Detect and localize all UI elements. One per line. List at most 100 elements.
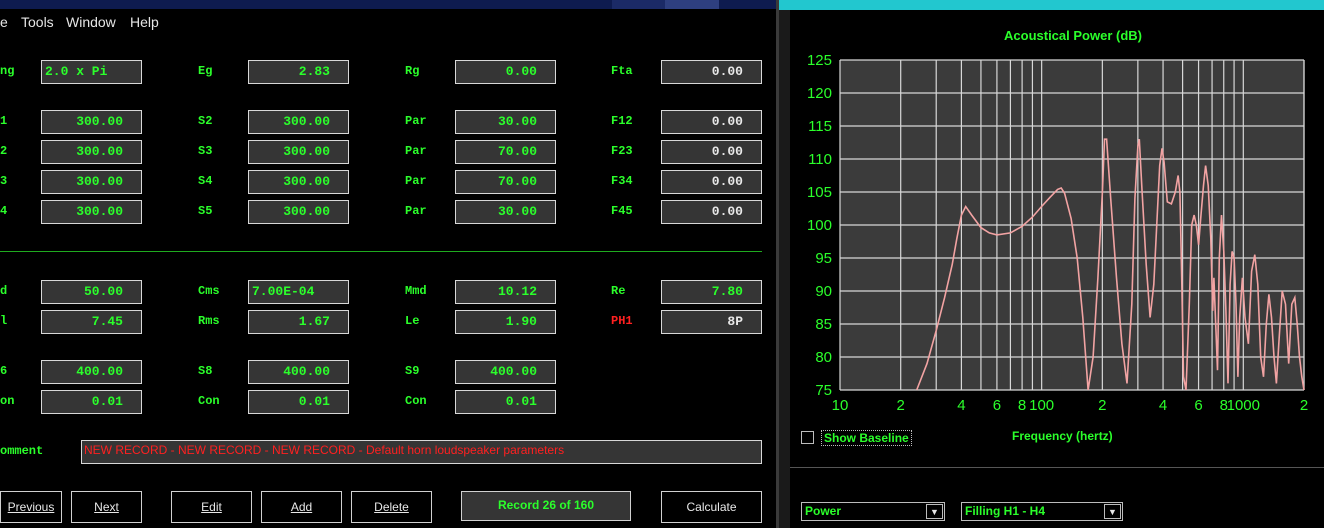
- param-field[interactable]: 400.00: [41, 360, 142, 384]
- param-field[interactable]: 1.90: [455, 310, 556, 334]
- param-label: 2: [0, 144, 8, 158]
- y-tick-label: 100: [807, 217, 832, 234]
- param-label: Con: [405, 394, 427, 408]
- param-field[interactable]: 0.00: [661, 170, 762, 194]
- param-field[interactable]: 70.00: [455, 140, 556, 164]
- previous-button[interactable]: Previous: [0, 491, 62, 523]
- param-label: 4: [0, 204, 8, 218]
- param-field[interactable]: 300.00: [41, 170, 142, 194]
- param-field[interactable]: 300.00: [41, 110, 142, 134]
- y-tick-label: 90: [815, 283, 832, 300]
- next-button[interactable]: Next: [71, 491, 142, 523]
- power-select[interactable]: Power ▼: [801, 502, 945, 521]
- param-field[interactable]: 7.80: [661, 280, 762, 304]
- chevron-down-icon[interactable]: ▼: [1104, 504, 1121, 519]
- param-field[interactable]: 0.01: [455, 390, 556, 414]
- power-chart: 758085909510010511011512012510 2 4 6 8 100 2 4 6…: [807, 52, 1308, 414]
- param-field[interactable]: 1.67: [248, 310, 349, 334]
- param-field[interactable]: 7.00E-04: [248, 280, 349, 304]
- param-field[interactable]: 300.00: [248, 140, 349, 164]
- param-label: ng: [0, 64, 15, 78]
- param-label: l: [0, 314, 8, 328]
- param-field[interactable]: 2.83: [248, 60, 349, 84]
- param-field[interactable]: 400.00: [248, 360, 349, 384]
- param-field[interactable]: 7.45: [41, 310, 142, 334]
- titlebar-button[interactable]: [612, 0, 666, 9]
- param-field[interactable]: 10.12: [455, 280, 556, 304]
- chevron-down-icon[interactable]: ▼: [926, 504, 943, 519]
- y-tick-label: 120: [807, 85, 832, 102]
- param-field-ph1[interactable]: 8P: [661, 310, 762, 334]
- chart-window: Acoustical Power (dB) 75 80 85 90 95 100 105 11…: [790, 0, 1324, 528]
- param-label: Rg: [405, 64, 420, 78]
- param-label: S3: [198, 144, 213, 158]
- y-tick-label: 85: [815, 316, 832, 333]
- x-tick-label: 2: [1300, 397, 1308, 414]
- x-tick-label: 6: [993, 397, 1001, 414]
- param-label: S8: [198, 364, 213, 378]
- y-tick-label: 75: [815, 382, 832, 399]
- param-label: Eg: [198, 64, 213, 78]
- param-field[interactable]: 300.00: [248, 200, 349, 224]
- menu-item-tools[interactable]: Tools: [21, 14, 54, 30]
- menu-item-help[interactable]: Help: [130, 14, 159, 30]
- param-label: Par: [405, 174, 427, 188]
- filling-select-value: Filling H1 - H4: [965, 504, 1046, 518]
- param-label: F23: [611, 144, 633, 158]
- param-field[interactable]: 400.00: [455, 360, 556, 384]
- param-label: Mmd: [405, 284, 427, 298]
- menu-item-window[interactable]: Window: [66, 14, 116, 30]
- y-tick-label: 105: [807, 184, 832, 201]
- param-field[interactable]: 0.01: [248, 390, 349, 414]
- param-label: Rms: [198, 314, 220, 328]
- x-tick-label: 4: [957, 397, 965, 414]
- window-divider[interactable]: [776, 0, 790, 528]
- param-field[interactable]: 30.00: [455, 110, 556, 134]
- param-label: Con: [198, 394, 220, 408]
- record-counter: Record 26 of 160: [461, 491, 631, 521]
- param-field[interactable]: 0.00: [455, 60, 556, 84]
- x-tick-label: 8: [1018, 397, 1026, 414]
- show-baseline-checkbox[interactable]: [801, 431, 814, 444]
- x-tick-label: 6: [1194, 397, 1202, 414]
- param-label: F34: [611, 174, 633, 188]
- param-field[interactable]: 300.00: [248, 170, 349, 194]
- param-field[interactable]: 0.00: [661, 140, 762, 164]
- add-button[interactable]: Add: [261, 491, 342, 523]
- param-label: Le: [405, 314, 420, 328]
- menu-item-file[interactable]: e: [0, 14, 8, 30]
- parameters-window: e Tools Window Help ng 2.0 x Pi Eg 2.83 …: [0, 0, 776, 528]
- filling-select[interactable]: Filling H1 - H4 ▼: [961, 502, 1123, 521]
- x-tick-label: 10: [832, 397, 849, 414]
- param-label: S4: [198, 174, 213, 188]
- param-field[interactable]: 50.00: [41, 280, 142, 304]
- y-tick-label: 125: [807, 52, 832, 69]
- param-field[interactable]: 0.01: [41, 390, 142, 414]
- x-tick-label: 4: [1159, 397, 1167, 414]
- panel-divider: [790, 467, 1324, 468]
- param-field[interactable]: 300.00: [41, 140, 142, 164]
- param-label: Re: [611, 284, 626, 298]
- y-tick-label: 115: [808, 118, 832, 135]
- param-label: S9: [405, 364, 420, 378]
- param-field[interactable]: 70.00: [455, 170, 556, 194]
- show-baseline-label[interactable]: Show Baseline: [821, 430, 912, 446]
- param-label: on: [0, 394, 15, 408]
- param-field[interactable]: 0.00: [661, 200, 762, 224]
- delete-button[interactable]: Delete: [351, 491, 432, 523]
- left-title-bar: [0, 0, 776, 9]
- param-field[interactable]: 300.00: [41, 200, 142, 224]
- param-field[interactable]: 300.00: [248, 110, 349, 134]
- param-field[interactable]: 2.0 x Pi: [41, 60, 142, 84]
- titlebar-button[interactable]: [665, 0, 719, 9]
- edit-button[interactable]: Edit: [171, 491, 252, 523]
- param-label: Par: [405, 114, 427, 128]
- param-label: 3: [0, 174, 8, 188]
- param-field[interactable]: 0.00: [661, 110, 762, 134]
- calculate-button[interactable]: Calculate: [661, 491, 762, 523]
- comment-field[interactable]: NEW RECORD - NEW RECORD - NEW RECORD - D…: [81, 440, 762, 464]
- param-field[interactable]: 30.00: [455, 200, 556, 224]
- y-tick-label: 80: [815, 349, 832, 366]
- x-tick-label: 1000: [1227, 397, 1260, 414]
- param-field[interactable]: 0.00: [661, 60, 762, 84]
